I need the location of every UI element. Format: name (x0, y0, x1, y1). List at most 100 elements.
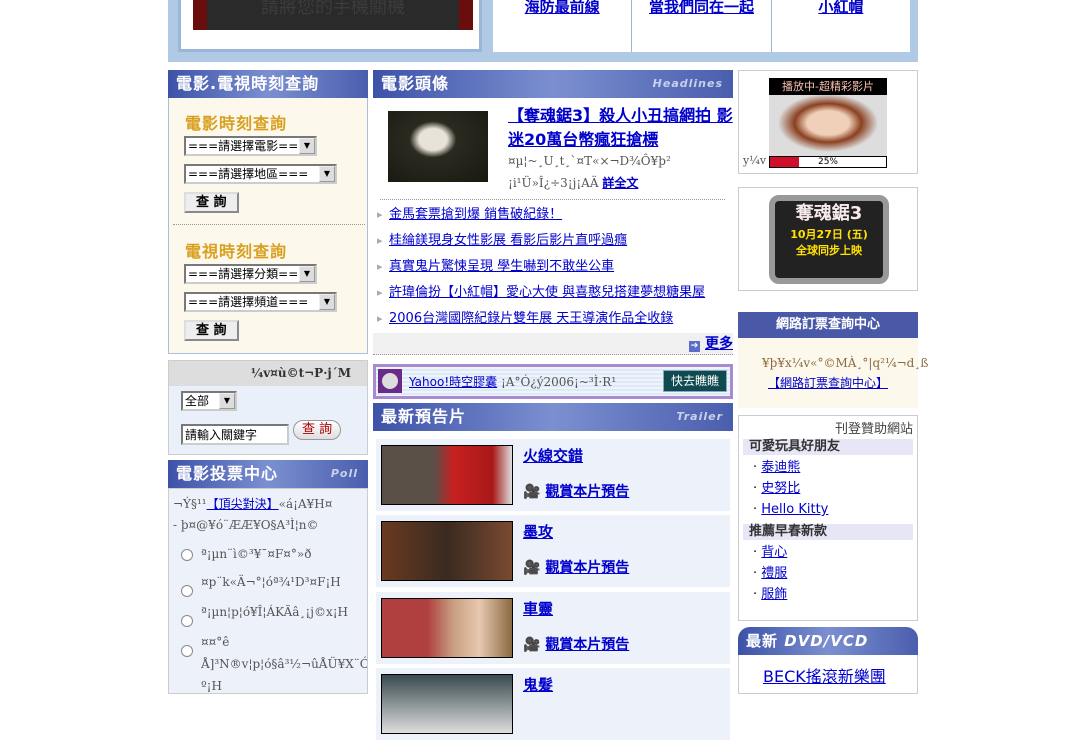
watch-row: 🎥 觀賞本片預告 (523, 481, 629, 501)
ticket-center-link[interactable]: 【網路訂票查詢中心】 (768, 374, 888, 391)
sponsor-link[interactable]: 禮服 (761, 566, 787, 581)
arrow-right-icon: ➔ (689, 341, 700, 352)
news-link[interactable]: 2006台灣國際紀錄片雙年展 天王導演作品全收錄 (389, 311, 673, 326)
list-item: 史努比 (739, 478, 917, 499)
sponsor-link[interactable]: 背心 (761, 545, 787, 560)
trailer-thumbnail[interactable] (381, 445, 513, 505)
list-item: 背心 (739, 542, 917, 563)
poll-title: 電影投票中心 (176, 464, 279, 483)
headlines-en-label: Headlines (652, 77, 723, 90)
time-capsule-link[interactable]: Yahoo!時空膠囊 (409, 375, 497, 389)
star-search-button[interactable]: 查 詢 (293, 420, 342, 440)
feature-thumbnail[interactable] (388, 111, 488, 182)
trailer-thumbnail[interactable] (381, 674, 513, 734)
watch-trailer-link[interactable]: 觀賞本片預告 (545, 560, 629, 576)
list-item: 泰迪熊 (739, 457, 917, 478)
dvd-link[interactable]: BECK搖滾新樂團 (763, 663, 886, 687)
search-scope-select[interactable]: 全部 ▼ (181, 391, 237, 411)
trailer-thumbnail[interactable] (381, 521, 513, 581)
capsule-text: Yahoo!時空膠囊 ¡A°Ó¿ý2006¡~³Ì·R¹ (409, 375, 617, 389)
progress-text: 25% (817, 157, 838, 167)
keyword-input[interactable] (181, 424, 289, 445)
trailer-title-link[interactable]: 墨攻 (523, 521, 553, 542)
featured-link-2[interactable]: 當我們同在一起 (649, 0, 754, 16)
sponsor-list: 背心 禮服 服飾 (739, 542, 917, 605)
news-link[interactable]: 許瑋倫扮【小紅帽】愛心大使 與喜憨兒搭建夢想糖果屋 (389, 285, 705, 300)
poll-option[interactable]: ¤¤°ê Å]³N®v¦p¦ó§â³½¬ûÅÜ¥X¨Óª º¡H (181, 631, 367, 693)
featured-link-1[interactable]: 海防最前線 (525, 0, 600, 16)
ticket-panel: ¥þ¥x¼v«°©MÀ¸°|q²¼¬d¸ß 【網路訂票查詢中心】 (738, 338, 928, 408)
capsule-icon (378, 369, 402, 393)
feature-headline-link[interactable]: 【奪魂鋸3】殺人小丑搞網拍 影迷20萬台幣瘋狂搶標 (508, 104, 733, 152)
trailer-thumbnail[interactable] (381, 598, 513, 658)
news-link[interactable]: 桂綸鎂現身女性影展 看影后影片直呼過癮 (389, 233, 627, 248)
movie-select[interactable]: ===請選擇電影=== ▼ (184, 136, 317, 156)
saw3-ad[interactable]: 奪魂鋸3 10月27日 (五) 全球同步上映 (769, 195, 889, 284)
channel-select[interactable]: ===請選擇頻道=== ▼ (184, 292, 337, 312)
news-link[interactable]: 金馬套票搶到爆 銷售破紀錄！ (389, 207, 562, 222)
video-camera-icon: 🎥 (523, 560, 541, 576)
sponsor-list: 泰迪熊 史努比 Hello Kitty (739, 457, 917, 520)
trailer-title-link[interactable]: 車靈 (523, 598, 553, 619)
more-news-link[interactable]: 更多 (705, 336, 733, 352)
category-select[interactable]: ===請選擇分類=== ▼ (184, 264, 317, 284)
poll-intro: ¬Ý§¹¹【頂尖對決】«á¡A¥H¤ (173, 497, 333, 511)
sponsor-link[interactable]: 泰迪熊 (761, 460, 800, 475)
radio-icon[interactable] (181, 615, 193, 627)
watch-trailer-link[interactable]: 觀賞本片預告 (545, 637, 629, 653)
poll-header: 電影投票中心 Poll (168, 460, 368, 488)
sponsor-title: 刊登贊助網站 (834, 422, 913, 437)
player-video[interactable] (769, 95, 887, 157)
star-search-header: ¼v¤ù©t¬P·j´M (169, 361, 367, 386)
poll-option[interactable]: ¤p¨k«Ä¬°¦óª¾¹D³¤F¡H (181, 571, 367, 597)
poll-options: ª¡µn¨ì©³¥¯¤F¤°»ð ¤p¨k«Ä¬°¦óª¾¹D³¤F¡H ª¡µ… (169, 535, 367, 693)
trailer-item: 火線交錯 🎥 觀賞本片預告 (376, 439, 730, 511)
player-title: 播放中-超精彩影片 (769, 78, 887, 95)
chevron-down-icon: ▼ (299, 266, 315, 282)
trailer-title-link[interactable]: 鬼髮 (523, 674, 553, 695)
divider (173, 224, 365, 225)
tv-query-button[interactable]: 查 詢 (184, 320, 239, 341)
feature-read-more-link[interactable]: 詳全文 (602, 176, 638, 190)
chevron-down-icon: ▼ (319, 294, 335, 310)
list-item: 許瑋倫扮【小紅帽】愛心大使 與喜憨兒搭建夢想糖果屋 (373, 280, 733, 306)
list-item: 金馬套票搶到爆 銷售破紀錄！ (373, 202, 733, 228)
list-item: 禮服 (739, 563, 917, 584)
radio-icon[interactable] (181, 645, 193, 657)
watch-row: 🎥 觀賞本片預告 (523, 634, 629, 654)
go-see-button[interactable]: 快去瞧瞧 (663, 370, 727, 392)
list-item: 真實鬼片驚悚呈現 學生嚇到不敢坐公車 (373, 254, 733, 280)
radio-icon[interactable] (181, 549, 193, 561)
banner-screen-text: 請將您的手機關機 (193, 0, 473, 30)
dvd-panel: BECK搖滾新樂團 (738, 655, 918, 694)
trailer-title-link[interactable]: 火線交錯 (523, 445, 583, 466)
phone-off-banner[interactable]: 請將您的手機關機 (178, 0, 482, 52)
featured-link-3[interactable]: 小紅帽 (818, 0, 863, 16)
poll-option[interactable]: ª¡µn¦p¦ó¥Î¦ÁKÃâ¸¡j©x¡H (181, 601, 367, 627)
chevron-down-icon: ▼ (219, 393, 235, 409)
poll-option[interactable]: ª¡µn¨ì©³¥¯¤F¤°»ð (181, 543, 367, 565)
poll-question: - þ¤@¥ó¨ÆÆ¥O§A³Ì¦n© (173, 518, 319, 532)
radio-icon[interactable] (181, 585, 193, 597)
headlines-header: 電影頭條 Headlines (373, 70, 733, 98)
tv-schedule-title: 電視時刻查詢 (185, 242, 288, 261)
video-camera-icon: 🎥 (523, 484, 541, 500)
schedule-header: 電影.電視時刻查詢 (168, 70, 368, 98)
video-camera-icon: 🎥 (523, 637, 541, 653)
area-select[interactable]: ===請選擇地區=== ▼ (184, 164, 337, 184)
watch-trailer-link[interactable]: 觀賞本片預告 (545, 484, 629, 500)
sponsor-link[interactable]: Hello Kitty (761, 502, 828, 517)
sponsor-link[interactable]: 史努比 (761, 481, 800, 496)
star-search-panel: ¼v¤ù©t¬P·j´M 全部▼ 查 詢 (168, 360, 368, 455)
list-item: 2006台灣國際紀錄片雙年展 天王導演作品全收錄 (373, 306, 733, 332)
trailer-title: 最新預告片 (381, 407, 467, 426)
news-link[interactable]: 真實鬼片驚悚呈現 學生嚇到不敢坐公車 (389, 259, 614, 274)
news-list: 金馬套票搶到爆 銷售破紀錄！ 桂綸鎂現身女性影展 看影后影片直呼過癮 真實鬼片驚… (373, 202, 733, 332)
ad-release: 全球同步上映 (796, 244, 862, 257)
sponsor-link[interactable]: 服飾 (761, 587, 787, 602)
movie-schedule-title: 電影時刻查詢 (185, 114, 288, 133)
dvd-header-en: DVD/VCD (784, 632, 869, 650)
poll-topic-link[interactable]: 【頂尖對決】 (207, 497, 279, 511)
movie-query-button[interactable]: 查 詢 (184, 192, 239, 213)
divider (380, 199, 725, 200)
